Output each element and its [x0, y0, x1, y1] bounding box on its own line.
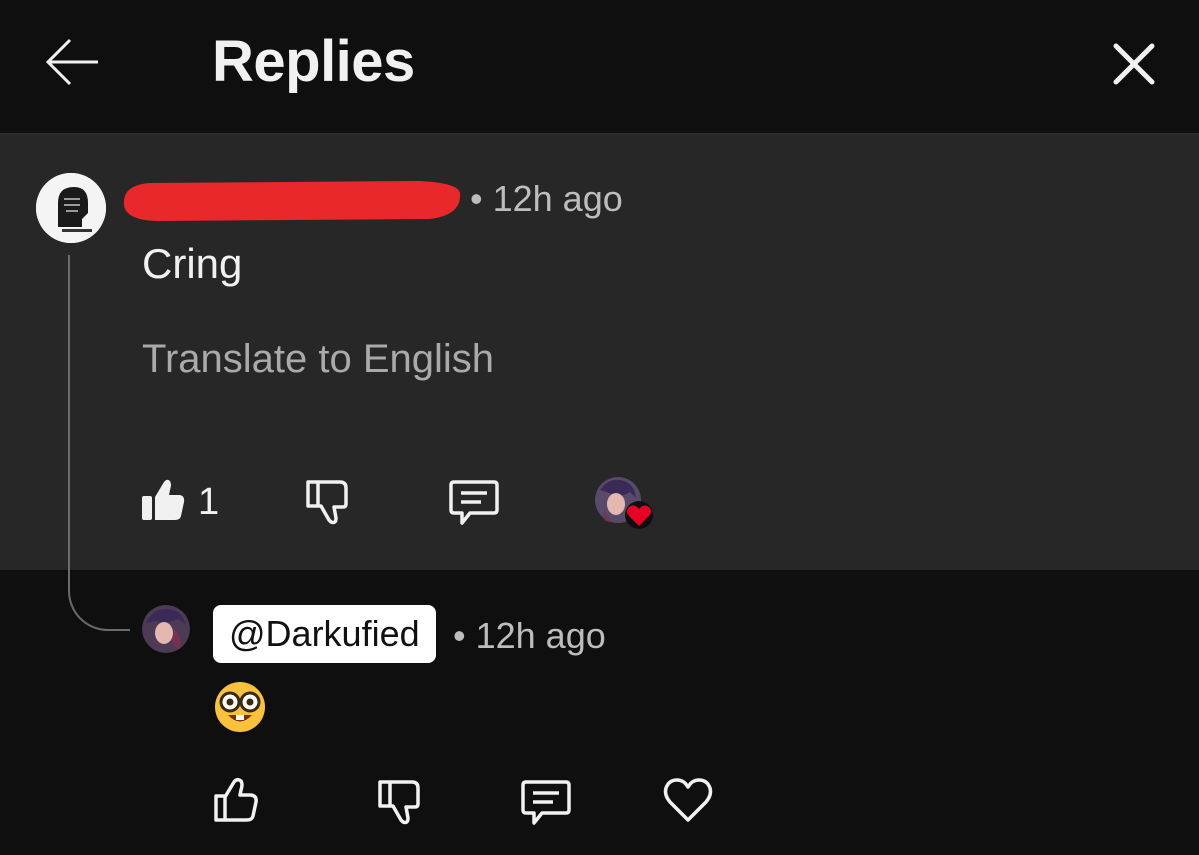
reply-mention-tag[interactable]: @Darkufied [213, 605, 436, 663]
comment-text: Cring [142, 240, 243, 287]
comment-icon [449, 480, 499, 525]
heart-icon [663, 778, 713, 822]
close-icon [1113, 43, 1155, 85]
thumbs-up-icon [214, 777, 258, 822]
dislike-button[interactable] [304, 478, 352, 531]
thumbs-down-icon [378, 780, 420, 825]
reply-heart-button[interactable] [662, 776, 714, 829]
reply-dislike-button[interactable] [376, 778, 424, 831]
reply-avatar[interactable] [142, 605, 190, 653]
back-button[interactable] [40, 34, 104, 90]
thumbs-up-icon [142, 479, 185, 520]
redacted-username [120, 175, 465, 223]
like-button[interactable] [140, 476, 186, 527]
top-bar: Replies [0, 0, 1199, 135]
avatar[interactable] [36, 173, 106, 243]
nerd-face-emoji [213, 680, 267, 734]
avatar-image [142, 605, 190, 653]
arrow-left-icon [45, 38, 98, 86]
nerd-face-icon [215, 682, 265, 732]
comment-icon [521, 780, 571, 825]
thumbs-down-icon [306, 480, 348, 525]
reply-comment-button[interactable] [520, 778, 572, 831]
creator-heart-badge [594, 476, 658, 537]
reply-button[interactable] [448, 478, 500, 531]
avatar-image [36, 173, 106, 243]
creator-avatar-heart-icon [595, 477, 653, 529]
like-count: 1 [198, 481, 220, 523]
reply-like-button[interactable] [212, 776, 260, 829]
page-title: Replies [212, 29, 415, 94]
close-button[interactable] [1106, 36, 1162, 92]
comment-timestamp: • 12h ago [470, 178, 623, 219]
reply-timestamp: • 12h ago [453, 615, 606, 656]
translate-link[interactable]: Translate to English [142, 337, 494, 382]
thread-connector-line [68, 255, 130, 631]
